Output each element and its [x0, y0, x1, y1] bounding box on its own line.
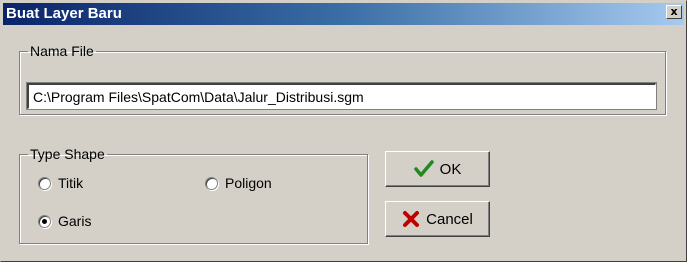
radio-garis[interactable]: Garis — [38, 212, 91, 230]
radio-label-garis: Garis — [58, 213, 92, 229]
radio-titik[interactable]: Titik — [38, 174, 83, 192]
dialog-window: Buat Layer Baru x Nama File Type Shape T… — [0, 0, 687, 262]
radio-circle-titik[interactable] — [38, 176, 51, 190]
nama-file-legend: Nama File — [30, 43, 94, 59]
close-button[interactable]: x — [666, 5, 682, 19]
window-title: Buat Layer Baru — [6, 5, 122, 22]
radio-label-poligon: Poligon — [225, 175, 272, 191]
close-icon: x — [670, 5, 678, 18]
ok-label: OK — [439, 160, 462, 178]
type-shape-legend: Type Shape — [30, 146, 105, 162]
x-icon — [402, 210, 420, 228]
radio-circle-garis[interactable] — [38, 214, 51, 228]
cancel-button[interactable]: Cancel — [385, 201, 490, 237]
cancel-label: Cancel — [426, 210, 473, 228]
radio-poligon[interactable]: Poligon — [205, 174, 272, 192]
check-icon — [413, 160, 434, 178]
file-path-input[interactable] — [26, 82, 657, 110]
title-bar[interactable]: Buat Layer Baru x — [3, 3, 684, 25]
radio-label-titik: Titik — [58, 175, 84, 191]
radio-circle-poligon[interactable] — [205, 176, 218, 190]
ok-button[interactable]: OK — [385, 151, 490, 187]
